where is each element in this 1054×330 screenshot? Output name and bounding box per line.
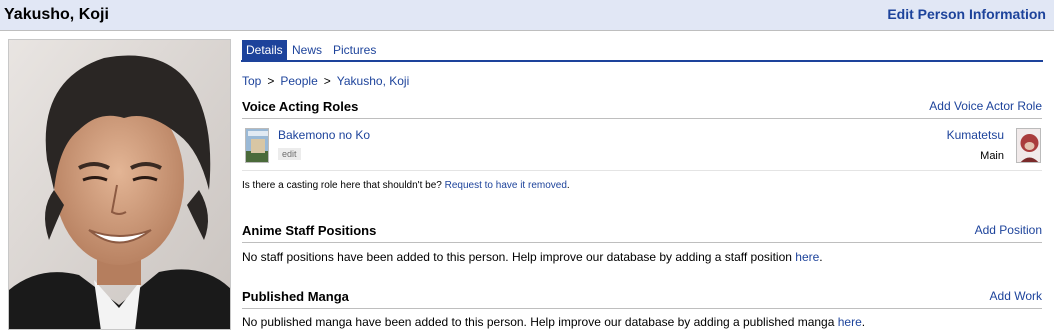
character-role: Main	[980, 150, 1004, 162]
breadcrumb-people[interactable]: People	[280, 74, 317, 88]
staff-title: Anime Staff Positions	[242, 223, 377, 238]
manga-message-end: .	[861, 315, 866, 329]
edit-person-link[interactable]: Edit Person Information	[887, 6, 1046, 22]
add-work-link[interactable]: Add Work	[990, 289, 1042, 303]
casting-note-end: .	[566, 180, 570, 191]
page-header: Yakusho, Koji Edit Person Information	[0, 0, 1054, 31]
manga-title: Published Manga	[242, 289, 349, 304]
character-thumbnail[interactable]	[1016, 128, 1041, 163]
request-removal-link[interactable]: Request to have it removed	[445, 180, 567, 191]
page-title: Yakusho, Koji	[4, 6, 109, 23]
voice-acting-title: Voice Acting Roles	[242, 99, 359, 114]
staff-message-text: No staff positions have been added to th…	[242, 250, 792, 264]
voice-acting-section-header: Voice Acting Roles Add Voice Actor Role	[242, 99, 1042, 119]
breadcrumb-top[interactable]: Top	[242, 74, 261, 88]
casting-note-text: Is there a casting role here that should…	[242, 180, 442, 191]
person-photo[interactable]	[8, 39, 231, 330]
manga-section-header: Published Manga Add Work	[242, 289, 1042, 309]
staff-empty-message: No staff positions have been added to th…	[242, 250, 823, 264]
staff-here-link[interactable]: here	[795, 250, 819, 264]
manga-message-text: No published manga have been added to th…	[242, 315, 835, 329]
breadcrumb-separator: >	[323, 74, 331, 88]
staff-section-header: Anime Staff Positions Add Position	[242, 223, 1042, 243]
add-position-link[interactable]: Add Position	[975, 223, 1042, 237]
manga-here-link[interactable]: here	[838, 315, 862, 329]
edit-role-badge[interactable]: edit	[278, 148, 301, 160]
tab-details[interactable]: Details	[242, 40, 287, 60]
anime-title-link[interactable]: Bakemono no Ko	[278, 128, 370, 142]
breadcrumb-person[interactable]: Yakusho, Koji	[337, 74, 410, 88]
character-name-link[interactable]: Kumatetsu	[947, 128, 1004, 142]
anime-thumbnail[interactable]	[245, 128, 269, 163]
person-tabs: Details News Pictures	[241, 39, 1043, 62]
casting-note: Is there a casting role here that should…	[242, 180, 570, 191]
breadcrumb: Top > People > Yakusho, Koji	[242, 74, 409, 88]
tab-news[interactable]: News	[288, 40, 326, 60]
tab-pictures[interactable]: Pictures	[329, 40, 380, 60]
staff-message-end: .	[819, 250, 823, 264]
add-voice-actor-role-link[interactable]: Add Voice Actor Role	[929, 99, 1042, 113]
manga-empty-message: No published manga have been added to th…	[242, 315, 865, 329]
voice-role-row: Bakemono no Ko edit Kumatetsu Main	[242, 122, 1042, 171]
breadcrumb-separator: >	[267, 74, 275, 88]
person-photo-image	[9, 40, 230, 329]
